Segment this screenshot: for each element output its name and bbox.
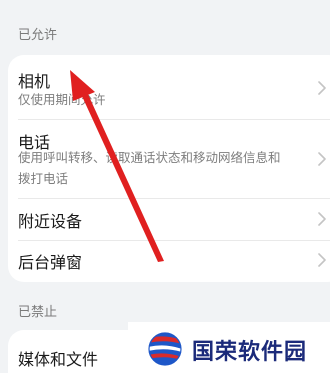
permission-item-camera[interactable]: 相机 仅使用期间允许 bbox=[8, 55, 330, 119]
permission-item-nearby-devices[interactable]: 附近设备 bbox=[8, 198, 330, 240]
chevron-right-icon bbox=[318, 81, 326, 95]
permission-subtitle-line1: 使用呼叫转移、读取通话状态和移动网络信息和 bbox=[18, 150, 281, 165]
watermark-text: 国荣软件园 bbox=[192, 340, 308, 365]
permission-title: 媒体和文件 bbox=[18, 350, 99, 369]
permission-title: 附近设备 bbox=[18, 212, 83, 231]
permission-item-phone[interactable]: 电话 使用呼叫转移、读取通话状态和移动网络信息和 拨打电话 bbox=[8, 119, 330, 198]
denied-section-header: 已禁止 bbox=[18, 305, 58, 320]
permission-title: 后台弹窗 bbox=[18, 253, 83, 272]
allowed-permissions-card: 相机 仅使用期间允许 电话 使用呼叫转移、读取通话状态和移动网络信息和 拨打电话… bbox=[8, 55, 330, 282]
permission-item-background-popup[interactable]: 后台弹窗 bbox=[8, 240, 330, 282]
chevron-right-icon bbox=[318, 253, 326, 267]
watermark: 国荣软件园 bbox=[128, 322, 330, 373]
permission-subtitle-line2: 拨打电话 bbox=[18, 171, 69, 186]
allowed-section-header: 已允许 bbox=[18, 28, 58, 43]
chevron-right-icon bbox=[318, 212, 326, 226]
chevron-right-icon bbox=[318, 152, 326, 166]
permission-subtitle: 仅使用期间允许 bbox=[18, 92, 106, 107]
globe-logo-icon bbox=[148, 332, 182, 366]
